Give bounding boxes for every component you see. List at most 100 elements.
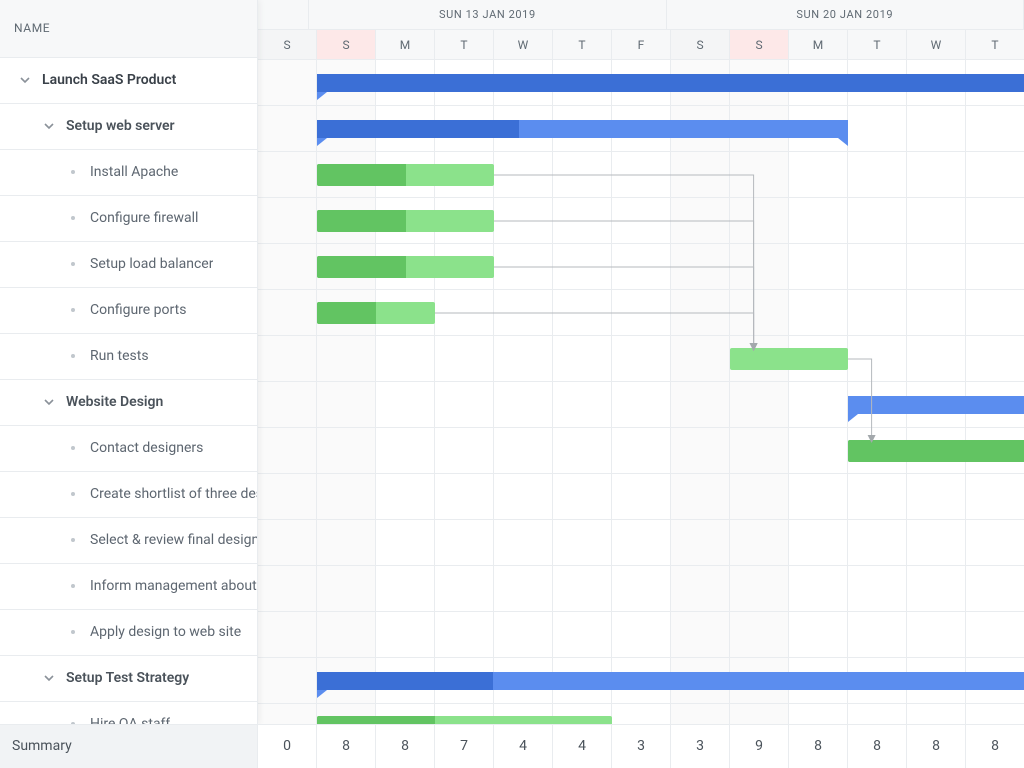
task-bar[interactable] (317, 716, 612, 724)
day-header-cell: M (789, 30, 848, 59)
summary-label: Summary (12, 738, 72, 754)
timeline-row[interactable] (258, 290, 1024, 336)
timeline-header-days: SSMTWTFSSMTWTF (258, 29, 1024, 59)
week-header-empty (258, 0, 309, 29)
bullet-icon (66, 630, 80, 634)
timeline-row[interactable] (258, 106, 1024, 152)
summary-bar[interactable] (317, 120, 848, 138)
task-label: Install Apache (80, 164, 178, 180)
gantt-app: NAME Launch SaaS ProductSetup web server… (0, 0, 1024, 768)
task-bar[interactable] (317, 164, 494, 186)
day-header-cell: T (848, 30, 907, 59)
task-row[interactable]: Inform management about decision (0, 564, 257, 610)
bullet-icon (66, 492, 80, 496)
summary-cell: 7 (435, 725, 494, 768)
task-row[interactable]: Configure firewall (0, 196, 257, 242)
day-header-cell: M (376, 30, 435, 59)
day-header-cell: S (671, 30, 730, 59)
chevron-down-icon[interactable] (18, 75, 32, 85)
summary-bar[interactable] (848, 396, 1024, 414)
timeline-row[interactable] (258, 704, 1024, 724)
timeline-row[interactable] (258, 60, 1024, 106)
task-bar[interactable] (317, 210, 494, 232)
timeline-row[interactable] (258, 612, 1024, 658)
day-header-cell: T (553, 30, 612, 59)
progress-fill (317, 120, 519, 138)
timeline-row[interactable] (258, 658, 1024, 704)
task-label: Inform management about decision (80, 578, 257, 594)
task-row[interactable]: Select & review final design (0, 518, 257, 564)
day-header-cell: S (730, 30, 789, 59)
timeline-row[interactable] (258, 520, 1024, 566)
bullet-icon (66, 722, 80, 723)
bullet-icon (66, 446, 80, 450)
task-row[interactable]: Apply design to web site (0, 610, 257, 656)
day-header-cell: F (612, 30, 671, 59)
timeline-row[interactable] (258, 428, 1024, 474)
summary-bar[interactable] (317, 672, 1024, 690)
task-row[interactable]: Hire QA staff (0, 702, 257, 724)
task-row[interactable]: Website Design (0, 380, 257, 426)
summary-cell: 8 (789, 725, 848, 768)
timeline-body[interactable] (258, 60, 1024, 724)
task-row[interactable]: Setup web server (0, 104, 257, 150)
day-header-cell: S (317, 30, 376, 59)
task-list-header: NAME (0, 0, 257, 58)
timeline-header: SUN 13 JAN 2019SUN 20 JAN 2019 SSMTWTFSS… (258, 0, 1024, 60)
week-header: SUN 13 JAN 2019 (309, 0, 666, 29)
task-row[interactable]: Setup load balancer (0, 242, 257, 288)
summary-bar[interactable] (317, 74, 1024, 92)
summary-cells: 0887443398888 (258, 725, 1024, 768)
progress-fill (317, 672, 493, 690)
chevron-down-icon[interactable] (42, 121, 56, 131)
chevron-down-icon[interactable] (42, 397, 56, 407)
timeline-row[interactable] (258, 382, 1024, 428)
timeline-row[interactable] (258, 244, 1024, 290)
task-label: Setup Test Strategy (56, 670, 189, 686)
timeline-row[interactable] (258, 198, 1024, 244)
task-label: Select & review final design (80, 532, 257, 548)
name-column-header: NAME (14, 21, 50, 35)
task-row[interactable]: Configure ports (0, 288, 257, 334)
summary-cell: 8 (848, 725, 907, 768)
bullet-icon (66, 170, 80, 174)
summary-cell: 8 (966, 725, 1024, 768)
progress-fill (317, 256, 406, 278)
main-area: NAME Launch SaaS ProductSetup web server… (0, 0, 1024, 724)
day-header-cell: T (966, 30, 1024, 59)
bullet-icon (66, 262, 80, 266)
timeline-row[interactable] (258, 336, 1024, 382)
task-bar[interactable] (317, 302, 435, 324)
task-row[interactable]: Launch SaaS Product (0, 58, 257, 104)
progress-fill (317, 164, 406, 186)
summary-row: Summary 0887443398888 (0, 724, 1024, 768)
task-label: Setup load balancer (80, 256, 213, 272)
timeline-row[interactable] (258, 152, 1024, 198)
timeline-row[interactable] (258, 566, 1024, 612)
task-row[interactable]: Contact designers (0, 426, 257, 472)
task-row[interactable]: Run tests (0, 334, 257, 380)
day-header-cell: S (258, 30, 317, 59)
task-bar[interactable] (848, 440, 1024, 462)
week-header: SUN 20 JAN 2019 (667, 0, 1024, 29)
task-label: Hire QA staff (80, 716, 170, 723)
timeline-row[interactable] (258, 474, 1024, 520)
day-header-cell: T (435, 30, 494, 59)
day-header-cell: W (494, 30, 553, 59)
progress-fill (848, 440, 1024, 462)
timeline-header-weeks: SUN 13 JAN 2019SUN 20 JAN 2019 (258, 0, 1024, 29)
day-header-cell: W (907, 30, 966, 59)
summary-cell: 8 (907, 725, 966, 768)
summary-label-cell: Summary (0, 725, 258, 768)
summary-cell: 4 (494, 725, 553, 768)
task-row[interactable]: Create shortlist of three designers (0, 472, 257, 518)
progress-fill (317, 210, 406, 232)
task-row[interactable]: Install Apache (0, 150, 257, 196)
task-bar[interactable] (317, 256, 494, 278)
task-row[interactable]: Setup Test Strategy (0, 656, 257, 702)
task-label: Configure firewall (80, 210, 198, 226)
chevron-down-icon[interactable] (42, 673, 56, 683)
task-label: Apply design to web site (80, 624, 241, 640)
summary-cell: 9 (730, 725, 789, 768)
task-bar[interactable] (730, 348, 848, 370)
